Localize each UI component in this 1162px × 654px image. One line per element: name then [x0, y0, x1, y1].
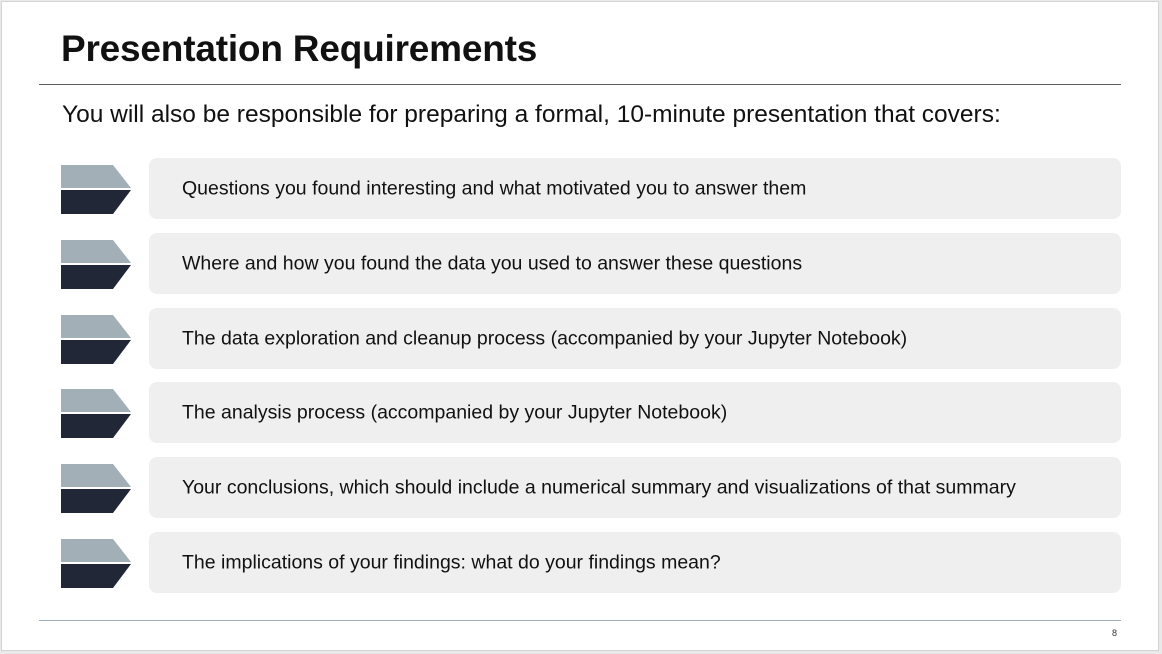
- list-item-box: Where and how you found the data you use…: [149, 233, 1121, 294]
- slide: Presentation Requirements You will also …: [1, 1, 1159, 651]
- list-item: Your conclusions, which should include a…: [2, 457, 1158, 519]
- list-item-text: The analysis process (accompanied by you…: [182, 401, 728, 423]
- chevron-bullet-icon: [61, 315, 131, 364]
- list-item-box: The analysis process (accompanied by you…: [149, 382, 1121, 443]
- chevron-bullet-icon: [61, 539, 131, 588]
- page-number: 8: [1111, 628, 1117, 638]
- list-item-box: The implications of your findings: what …: [149, 532, 1121, 593]
- list-item-text: Your conclusions, which should include a…: [182, 476, 1016, 498]
- list-item-box: Questions you found interesting and what…: [149, 158, 1121, 219]
- list-item-text: Questions you found interesting and what…: [182, 177, 807, 199]
- chevron-bullet-icon: [61, 240, 131, 289]
- chevron-bullet-icon: [61, 389, 131, 438]
- list-item-text: The implications of your findings: what …: [182, 551, 721, 573]
- list-item-text: Where and how you found the data you use…: [182, 252, 803, 274]
- list-item: The implications of your findings: what …: [2, 532, 1158, 594]
- footer-divider: [39, 620, 1121, 621]
- list-item: Questions you found interesting and what…: [2, 158, 1158, 220]
- list-item-text: The data exploration and cleanup process…: [182, 327, 908, 349]
- chevron-bullet-icon: [61, 464, 131, 513]
- list-item-box: Your conclusions, which should include a…: [149, 457, 1121, 518]
- list-item-box: The data exploration and cleanup process…: [149, 308, 1121, 369]
- requirements-list: Questions you found interesting and what…: [2, 2, 1158, 650]
- list-item: Where and how you found the data you use…: [2, 233, 1158, 295]
- chevron-bullet-icon: [61, 165, 131, 214]
- list-item: The data exploration and cleanup process…: [2, 308, 1158, 370]
- list-item: The analysis process (accompanied by you…: [2, 382, 1158, 444]
